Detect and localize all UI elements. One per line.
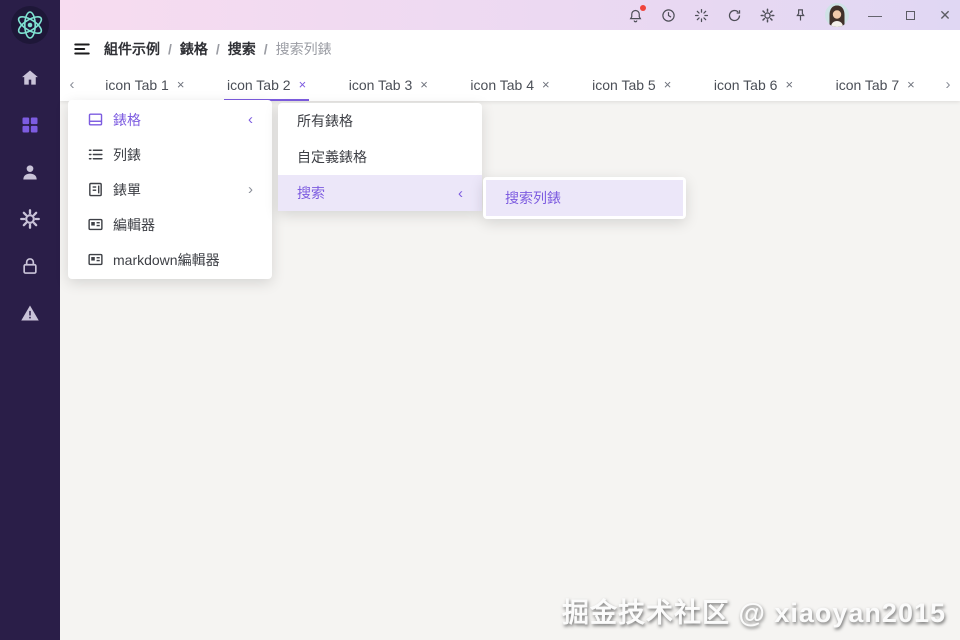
warning-triangle-icon — [20, 303, 40, 323]
pin-icon[interactable] — [792, 7, 808, 23]
form-icon — [87, 181, 104, 198]
breadcrumb-separator: / — [264, 41, 268, 57]
topbar-actions: — ✕ — [627, 0, 954, 30]
dropdown-menu-level-3: 搜索列錶 — [483, 177, 686, 219]
markdown-editor-icon — [87, 251, 104, 268]
tab-close-icon[interactable]: × — [785, 77, 793, 92]
menu-item-list[interactable]: 列錶 — [68, 137, 272, 172]
table-icon — [87, 111, 104, 128]
menu-item-label: 錶單 — [113, 180, 141, 200]
home-icon — [20, 68, 40, 88]
menu-item-markdown-editor[interactable]: markdown編輯器 — [68, 242, 272, 277]
tab-close-icon[interactable]: × — [542, 77, 550, 92]
tab-label: icon Tab 6 — [714, 77, 778, 93]
breadcrumb-item-current: 搜索列錶 — [276, 39, 332, 59]
menu-item-label: 自定義錶格 — [297, 147, 367, 167]
menu-item-label: 搜索列錶 — [505, 188, 561, 208]
list-icon — [87, 146, 104, 163]
chevron-right-icon: › — [248, 181, 253, 198]
chevron-left-icon: ‹ — [248, 111, 253, 128]
grid-apps-icon — [20, 115, 40, 135]
sidebar-item-settings[interactable] — [19, 208, 41, 230]
tab-icon-tab-6[interactable]: icon Tab 6 × — [693, 68, 815, 101]
sidebar-item-error[interactable] — [19, 302, 41, 324]
menu-item-label: 搜索 — [297, 183, 325, 203]
breadcrumb: 組件示例 / 錶格 / 搜索 / 搜索列錶 — [104, 39, 332, 59]
sidebar-item-components[interactable] — [19, 114, 41, 136]
dropdown-menu-level-1: 錶格 ‹ 列錶 錶單 › 編輯器 — [68, 100, 272, 279]
close-button[interactable]: ✕ — [936, 0, 954, 30]
sidebar — [0, 0, 60, 640]
tab-label: icon Tab 4 — [470, 77, 534, 93]
tabs-scroll-left-icon[interactable]: ‹ — [60, 68, 84, 101]
tab-close-icon[interactable]: × — [299, 77, 307, 92]
user-icon — [20, 162, 40, 182]
menu-fold-icon[interactable] — [73, 40, 91, 58]
breadcrumb-item[interactable]: 錶格 — [180, 39, 208, 59]
tab-icon-tab-4[interactable]: icon Tab 4 × — [449, 68, 571, 101]
clock-icon[interactable] — [660, 7, 676, 23]
notification-dot — [640, 5, 646, 11]
app-logo-atom-icon[interactable] — [10, 5, 50, 45]
tab-icon-tab-1[interactable]: icon Tab 1 × — [84, 68, 206, 101]
menu-item-form[interactable]: 錶單 › — [68, 172, 272, 207]
menu-item-label: 列錶 — [113, 145, 141, 165]
dropdown-menu-level-2: 所有錶格 自定義錶格 搜索 ‹ — [278, 103, 482, 211]
spark-loading-icon[interactable] — [693, 7, 709, 23]
menu-item-search[interactable]: 搜索 ‹ — [278, 175, 482, 211]
topbar: — ✕ — [60, 0, 960, 30]
menu-item-label: markdown編輯器 — [113, 250, 220, 270]
tab-close-icon[interactable]: × — [664, 77, 672, 92]
breadcrumb-item[interactable]: 搜索 — [228, 39, 256, 59]
breadcrumb-item[interactable]: 組件示例 — [104, 39, 160, 59]
menu-item-custom-tables[interactable]: 自定義錶格 — [278, 139, 482, 175]
header-row: 組件示例 / 錶格 / 搜索 / 搜索列錶 — [60, 30, 960, 68]
tab-icon-tab-7[interactable]: icon Tab 7 × — [814, 68, 936, 101]
tab-icon-tab-5[interactable]: icon Tab 5 × — [571, 68, 693, 101]
refresh-icon[interactable] — [726, 7, 742, 23]
tab-icon-tab-2[interactable]: icon Tab 2 × — [206, 68, 328, 101]
tab-icon-tab-3[interactable]: icon Tab 3 × — [327, 68, 449, 101]
tab-label: icon Tab 5 — [592, 77, 656, 93]
notification-bell-icon[interactable] — [627, 7, 643, 23]
menu-item-table[interactable]: 錶格 ‹ — [68, 102, 272, 137]
watermark-text: 掘金技术社区 @ xiaoyan2015 — [562, 591, 946, 630]
tab-close-icon[interactable]: × — [177, 77, 185, 92]
tab-bar: ‹ icon Tab 1 × icon Tab 2 × icon Tab 3 ×… — [60, 68, 960, 101]
tabs-scroll-right-icon[interactable]: › — [936, 68, 960, 101]
menu-item-label: 編輯器 — [113, 215, 155, 235]
tab-label: icon Tab 7 — [836, 77, 900, 93]
breadcrumb-separator: / — [216, 41, 220, 57]
menu-item-editor[interactable]: 編輯器 — [68, 207, 272, 242]
menu-item-all-tables[interactable]: 所有錶格 — [278, 103, 482, 139]
app-window: — ✕ 組件示例 / 錶格 / 搜索 / 搜索列錶 ‹ icon Tab 1 ×… — [0, 0, 960, 640]
sidebar-item-home[interactable] — [19, 67, 41, 89]
sidebar-item-permission[interactable] — [19, 255, 41, 277]
sidebar-item-user[interactable] — [19, 161, 41, 183]
user-avatar[interactable] — [825, 3, 849, 27]
menu-item-search-list[interactable]: 搜索列錶 — [486, 180, 683, 216]
lock-icon — [20, 256, 40, 276]
tab-label: icon Tab 1 — [105, 77, 169, 93]
maximize-square-icon — [906, 11, 915, 20]
tab-label: icon Tab 3 — [349, 77, 413, 93]
menu-item-label: 所有錶格 — [297, 111, 353, 131]
tab-close-icon[interactable]: × — [907, 77, 915, 92]
tab-label: icon Tab 2 — [227, 77, 291, 93]
maximize-button[interactable] — [901, 0, 919, 30]
sidebar-nav — [0, 67, 60, 324]
settings-gear-icon[interactable] — [759, 7, 775, 23]
chevron-left-icon: ‹ — [458, 185, 463, 202]
editor-icon — [87, 216, 104, 233]
tab-close-icon[interactable]: × — [420, 77, 428, 92]
breadcrumb-separator: / — [168, 41, 172, 57]
gear-icon — [20, 209, 40, 229]
minimize-button[interactable]: — — [866, 0, 884, 30]
menu-item-label: 錶格 — [113, 110, 141, 130]
